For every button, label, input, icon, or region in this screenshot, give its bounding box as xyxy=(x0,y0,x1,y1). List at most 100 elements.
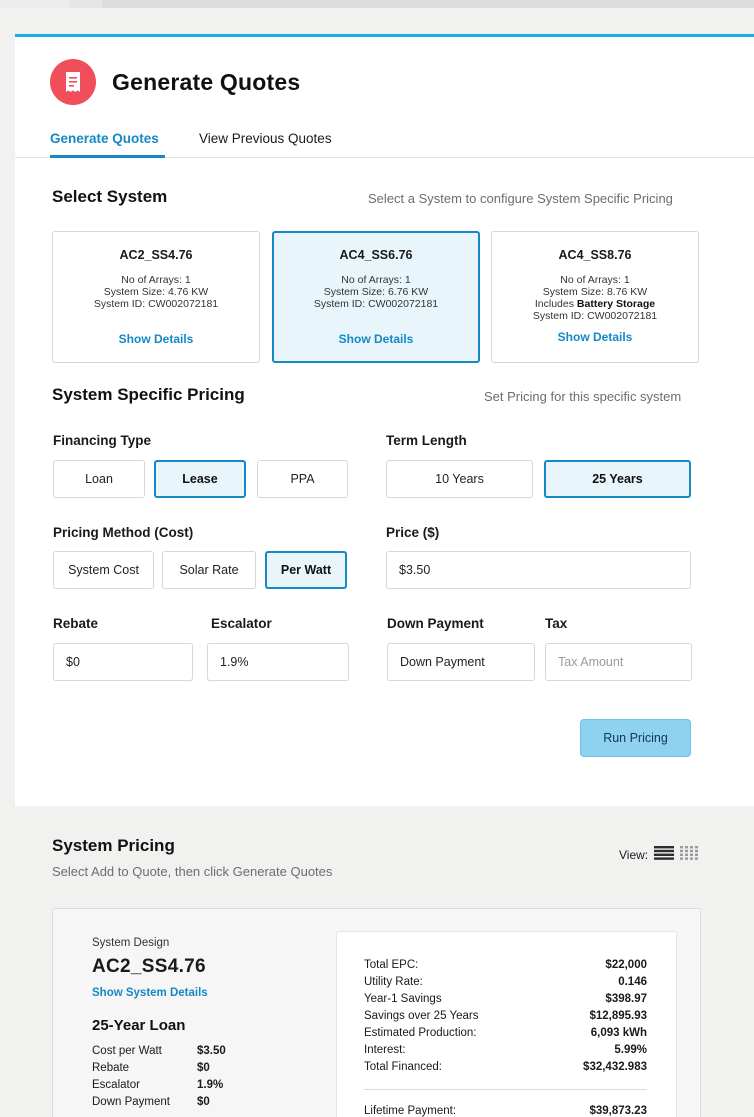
pricing-method-label: Pricing Method (Cost) xyxy=(53,525,194,540)
system-battery: Includes Battery Storage xyxy=(492,298,698,310)
rebate-input[interactable]: $0 xyxy=(53,643,193,681)
lifetime-payment-row: Lifetime Payment: $39,873.23 xyxy=(364,1105,647,1117)
metric-key: Lifetime Payment: xyxy=(364,1105,457,1117)
escalator-input[interactable]: 1.9% xyxy=(207,643,349,681)
metric-row: Interest: 5.99% xyxy=(364,1044,647,1056)
param-value: $0 xyxy=(197,1096,210,1108)
rebate-label: Rebate xyxy=(53,616,99,631)
down-payment-input[interactable]: Down Payment xyxy=(387,643,535,681)
metric-value: $12,895.93 xyxy=(589,1010,647,1022)
metric-key: Savings over 25 Years xyxy=(364,1010,479,1022)
param-value: 1.9% xyxy=(197,1079,224,1091)
metric-row: Total Financed: $32,432.983 xyxy=(364,1061,647,1073)
param-key: Escalator xyxy=(92,1079,140,1091)
system-arrays: No of Arrays: 1 xyxy=(560,274,630,286)
escalator-label: Escalator xyxy=(211,616,272,631)
view-toggle: View: xyxy=(619,846,699,863)
tax-label: Tax xyxy=(545,616,568,631)
system-pricing-subtitle: Select Add to Quote, then click Generate… xyxy=(52,864,333,879)
battery-prefix: Includes xyxy=(534,298,574,310)
generate-quotes-card: Generate Quotes Generate Quotes View Pre… xyxy=(15,34,754,806)
metric-key: Total Financed: xyxy=(364,1061,442,1073)
system-specific-pricing-hint: Set Pricing for this specific system xyxy=(484,389,682,404)
metric-value: $398.97 xyxy=(605,993,647,1005)
metric-value: 6,093 kWh xyxy=(590,1027,647,1039)
down-payment-label: Down Payment xyxy=(387,616,484,631)
price-label: Price ($) xyxy=(386,525,440,540)
param-key: Cost per Watt xyxy=(92,1045,162,1057)
system-option-2[interactable]: AC4_SS6.76 No of Arrays: 1 System Size: … xyxy=(272,231,480,363)
show-details-link[interactable]: Show Details xyxy=(53,332,259,346)
system-option-3[interactable]: AC4_SS8.76 No of Arrays: 1 System Size: … xyxy=(491,231,699,363)
tab-view-previous-quotes[interactable]: View Previous Quotes xyxy=(199,131,332,146)
param-key: Down Payment xyxy=(92,1096,170,1108)
metric-value: $32,432.983 xyxy=(583,1061,647,1073)
page-title: Generate Quotes xyxy=(112,68,301,95)
system-size: System Size: 6.76 KW xyxy=(323,286,429,298)
view-label: View: xyxy=(619,847,649,862)
system-name: AC4_SS8.76 xyxy=(558,248,632,262)
battery-storage-label: Battery Storage xyxy=(576,298,656,310)
method-system-cost-button[interactable]: System Cost xyxy=(53,551,154,589)
metric-key: Year-1 Savings xyxy=(364,993,442,1005)
loan-title: 25-Year Loan xyxy=(92,1017,186,1034)
param-row: Down Payment $0 xyxy=(92,1096,210,1108)
financing-loan-button[interactable]: Loan xyxy=(53,460,145,498)
financing-type-label: Financing Type xyxy=(53,433,152,448)
top-strip-left xyxy=(0,0,70,8)
metric-row: Estimated Production: 6,093 kWh xyxy=(364,1027,647,1039)
system-id: System ID: CW002072181 xyxy=(93,298,219,310)
show-details-link[interactable]: Show Details xyxy=(274,332,478,346)
run-pricing-button[interactable]: Run Pricing xyxy=(580,719,691,757)
term-25-years-button[interactable]: 25 Years xyxy=(544,460,691,498)
show-details-link[interactable]: Show Details xyxy=(492,330,698,344)
grid-view-icon[interactable] xyxy=(680,846,699,863)
price-input[interactable]: $3.50 xyxy=(386,551,691,589)
metric-key: Interest: xyxy=(364,1044,406,1056)
system-option-1[interactable]: AC2_SS4.76 No of Arrays: 1 System Size: … xyxy=(52,231,260,363)
financing-ppa-button[interactable]: PPA xyxy=(257,460,348,498)
param-row: Rebate $0 xyxy=(92,1062,210,1074)
system-arrays: No of Arrays: 1 xyxy=(121,274,191,286)
system-name: AC2_SS4.76 xyxy=(119,248,193,262)
financing-lease-button[interactable]: Lease xyxy=(154,460,246,498)
metric-value: 0.146 xyxy=(618,976,647,988)
param-row: Escalator 1.9% xyxy=(92,1079,223,1091)
tab-generate-quotes[interactable]: Generate Quotes xyxy=(50,131,159,146)
method-solar-rate-button[interactable]: Solar Rate xyxy=(162,551,256,589)
metric-row: Savings over 25 Years $12,895.93 xyxy=(364,1010,647,1022)
metric-key: Estimated Production: xyxy=(364,1027,477,1039)
term-length-label: Term Length xyxy=(386,433,467,448)
page-header: Generate Quotes xyxy=(50,59,300,105)
metric-row: Year-1 Savings $398.97 xyxy=(364,993,647,1005)
metric-key: Total EPC: xyxy=(364,959,419,971)
param-row: Cost per Watt $3.50 xyxy=(92,1045,226,1057)
param-key: Rebate xyxy=(92,1062,130,1074)
metric-key: Utility Rate: xyxy=(364,976,423,988)
term-10-years-button[interactable]: 10 Years xyxy=(386,460,533,498)
system-pricing-title: System Pricing xyxy=(52,836,175,855)
top-strip-mid xyxy=(70,0,102,8)
system-specific-pricing-title: System Specific Pricing xyxy=(52,385,245,404)
metric-row: Total EPC: $22,000 xyxy=(364,959,647,971)
metric-value: $22,000 xyxy=(605,959,647,971)
show-system-details-link[interactable]: Show System Details xyxy=(92,987,208,999)
receipt-icon xyxy=(50,59,96,105)
metrics-divider xyxy=(364,1089,647,1090)
system-design-label: System Design xyxy=(92,937,170,949)
metric-row: Utility Rate: 0.146 xyxy=(364,976,647,988)
method-per-watt-button[interactable]: Per Watt xyxy=(265,551,347,589)
system-id: System ID: CW002072181 xyxy=(532,310,658,322)
system-size: System Size: 8.76 KW xyxy=(542,286,648,298)
param-value: $0 xyxy=(197,1062,210,1074)
system-design-name: AC2_SS4.76 xyxy=(92,956,206,977)
metric-value: $39,873.23 xyxy=(589,1105,647,1117)
list-view-icon[interactable] xyxy=(654,846,675,863)
active-tab-indicator xyxy=(50,155,165,158)
system-name: AC4_SS6.76 xyxy=(339,248,413,262)
system-arrays: No of Arrays: 1 xyxy=(341,274,411,286)
param-value: $3.50 xyxy=(197,1045,226,1057)
metric-value: 5.99% xyxy=(614,1044,647,1056)
window-top-strip xyxy=(0,0,754,8)
tax-input[interactable]: Tax Amount xyxy=(545,643,692,681)
